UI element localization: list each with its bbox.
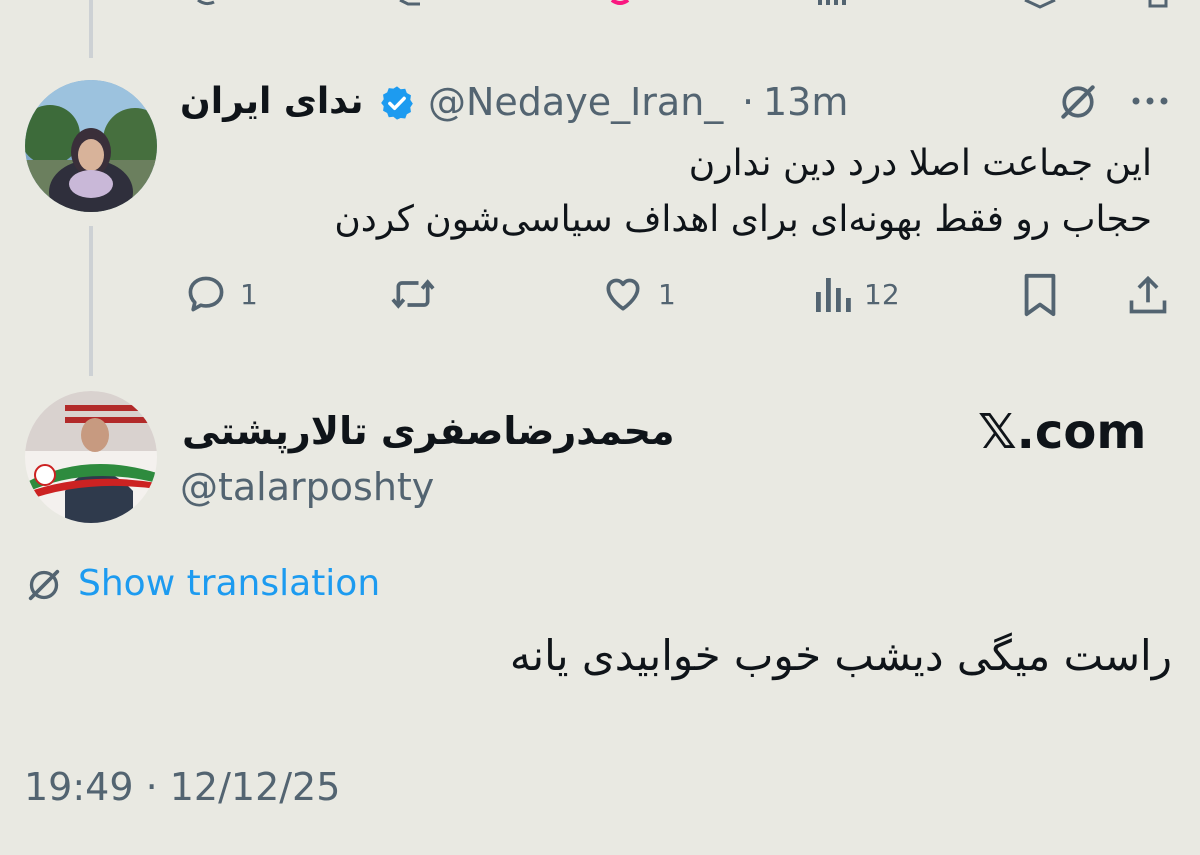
- reply-time[interactable]: 13m: [763, 78, 848, 126]
- main-avatar[interactable]: [25, 391, 157, 523]
- like-count: 1: [658, 277, 676, 311]
- verified-badge-icon: [381, 86, 413, 120]
- bookmark-icon[interactable]: [1020, 272, 1060, 318]
- show-translation-link[interactable]: Show translation: [78, 560, 380, 608]
- comment-icon: [188, 276, 224, 312]
- views-action[interactable]: 12: [812, 272, 900, 316]
- main-handle[interactable]: @talarposhty: [180, 462, 434, 512]
- reply-count: 1: [240, 277, 258, 311]
- x-com-watermark: 𝕏.com: [978, 404, 1147, 460]
- reply-display-name[interactable]: ندای ایران: [180, 78, 364, 126]
- previous-actions-remnant-icon: [197, 0, 1168, 9]
- main-timestamp[interactable]: 19:49 · 12/12/25: [24, 762, 340, 812]
- main-display-name[interactable]: محمدرضاصفری تالارپشتی: [182, 406, 675, 456]
- retweet-icon: [391, 279, 435, 309]
- like-action[interactable]: 1: [600, 272, 676, 316]
- reply-separator: ·: [742, 80, 755, 124]
- views-count: 12: [864, 277, 900, 311]
- reply-text-line1: این جماعت اصلا درد دین ندارن: [688, 143, 1152, 184]
- reply-handle[interactable]: @Nedaye_Iran_: [428, 78, 723, 126]
- reply-action[interactable]: 1: [184, 272, 258, 316]
- views-chart-icon: [816, 278, 851, 312]
- reply-avatar[interactable]: [25, 80, 157, 212]
- retweet-action[interactable]: [388, 272, 450, 316]
- more-dots-icon[interactable]: [1128, 91, 1172, 111]
- grok-icon[interactable]: [1056, 80, 1100, 124]
- share-icon[interactable]: [1126, 272, 1170, 318]
- reply-text-line2: حجاب رو فقط بهونه‌ای برای اهداف سیاسی‌شو…: [334, 199, 1152, 240]
- main-tweet-text: راست میگی دیشب خوب خوابیدی یانه: [509, 631, 1172, 680]
- heart-icon: [606, 278, 640, 311]
- thread-line-bottom: [89, 226, 93, 376]
- translate-icon[interactable]: [24, 565, 64, 605]
